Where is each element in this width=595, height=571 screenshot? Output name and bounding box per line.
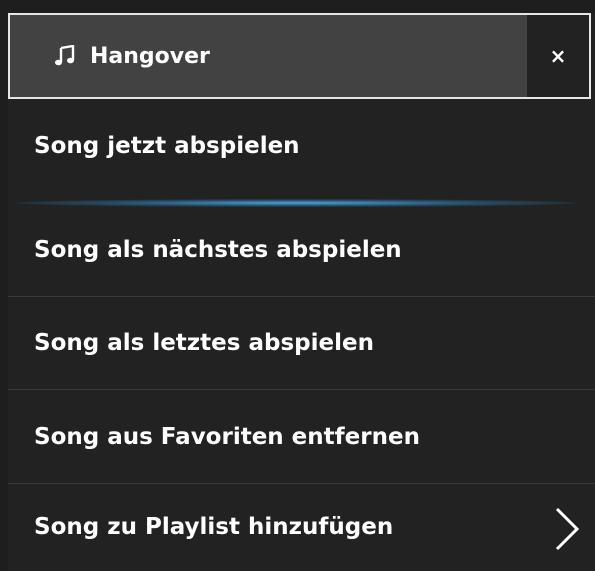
menu-item-remove-favorite[interactable]: Song aus Favoriten entfernen [8, 390, 595, 484]
chevron-right-icon [555, 507, 580, 551]
menu-item-label: Song aus Favoriten entfernen [34, 423, 420, 450]
menu-item-label: Song jetzt abspielen [34, 133, 300, 159]
menu-item-label: Song als nächstes abspielen [34, 236, 402, 263]
menu-title: Hangover [90, 43, 210, 69]
menu-item-play-last[interactable]: Song als letztes abspielen [8, 296, 595, 390]
menu-item-label: Song zu Playlist hinzufügen [34, 514, 394, 540]
close-icon: × [549, 44, 567, 68]
menu-item-label: Song als letztes abspielen [34, 329, 374, 356]
close-button[interactable]: × [527, 15, 589, 97]
menu-header: Hangover × [8, 13, 591, 99]
menu-title-wrap: Hangover [54, 15, 210, 97]
menu-item-play-now[interactable]: Song jetzt abspielen [8, 99, 595, 193]
context-menu: Hangover × Song jetzt abspielen Song als… [8, 13, 595, 571]
menu-item-add-to-playlist[interactable]: Song zu Playlist hinzufügen [8, 483, 595, 571]
music-note-icon [55, 45, 75, 66]
menu-item-play-next[interactable]: Song als nächstes abspielen [8, 203, 595, 297]
